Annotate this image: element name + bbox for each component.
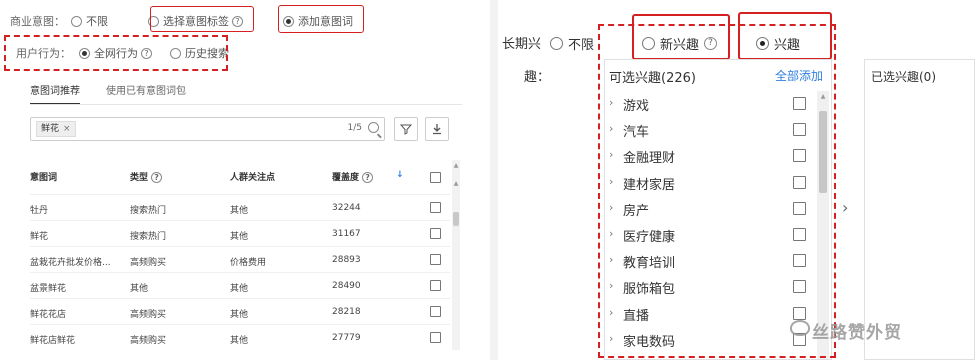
select-all-checkbox[interactable] — [430, 172, 441, 183]
scroll-up-icon[interactable]: ▲ — [452, 162, 460, 169]
search-tag: 鲜花 × — [36, 121, 76, 137]
cell-intent-word: 鲜花店鲜花 — [30, 336, 76, 346]
cell-focus: 其他 — [230, 284, 249, 294]
intent-settings-panel: 商业意图： 不限 选择意图标签 ? 添加意图词 用户行为： 全网行为 ? 历史搜… — [0, 0, 490, 360]
cell-coverage: 28218 — [332, 307, 361, 317]
search-icon[interactable] — [368, 122, 379, 133]
cell-type: 搜索热门 — [130, 232, 167, 242]
panel-divider — [490, 0, 498, 360]
radio-icon — [71, 15, 82, 27]
tab-existing-package[interactable]: 使用已有意图词包 — [106, 82, 186, 105]
row-checkbox[interactable] — [430, 228, 441, 239]
col-type: 类型? — [130, 170, 163, 183]
selected-interests-panel: 已选兴趣(0) — [864, 59, 975, 360]
cell-coverage: 28490 — [332, 281, 361, 291]
highlight-box-add-word — [278, 5, 364, 33]
col-coverage: 覆盖度? — [332, 170, 374, 183]
table-row[interactable]: 盆栽花卉批发价格... 高频购买 价格费用 28893 — [30, 246, 450, 272]
long-term-interest-label: 长期兴 — [502, 37, 542, 52]
cell-type: 高频购买 — [130, 258, 167, 268]
sort-arrow-icon[interactable]: ↓ — [396, 170, 404, 180]
cell-type: 搜索热门 — [130, 206, 167, 216]
row-checkbox[interactable] — [430, 306, 441, 317]
cell-coverage: 28893 — [332, 255, 361, 265]
col-intent-word: 意图词 — [30, 173, 58, 183]
cell-focus: 价格费用 — [230, 258, 267, 268]
cell-intent-word: 牡丹 — [30, 206, 49, 216]
row-checkbox[interactable] — [430, 254, 441, 265]
tag-close-icon[interactable]: × — [63, 124, 71, 134]
highlight-dashed-behavior — [4, 35, 228, 71]
cell-type: 高频购买 — [130, 310, 167, 320]
search-count: 1/5 — [347, 123, 362, 133]
table-row[interactable]: 盆景鲜花 其他 其他 28490 — [30, 272, 450, 298]
table-row[interactable]: 鲜花 搜索热门 其他 31167 — [30, 220, 450, 246]
row-checkbox[interactable] — [430, 280, 441, 291]
intent-search-input[interactable]: 鲜花 × 1/5 — [30, 117, 385, 141]
cell-type: 高频购买 — [130, 336, 167, 346]
cell-intent-word: 盆栽花卉批发价格... — [30, 258, 111, 268]
help-icon[interactable]: ? — [362, 172, 374, 183]
filter-icon — [399, 124, 413, 135]
tab-bar: 意图词推荐 使用已有意图词包 — [30, 82, 212, 105]
interest-settings-panel: 长期兴 不限 新兴趣 ? 兴趣 趣： 可选兴趣(226) 全部添加 › 游戏 › 汽车… — [498, 0, 975, 360]
highlight-dashed-interest-list — [598, 24, 836, 358]
table-header: 意图词 类型? 人群关注点 覆盖度? ↓ — [30, 165, 450, 187]
tab-intent-recommend[interactable]: 意图词推荐 — [30, 82, 80, 105]
scroll-up-icon[interactable]: ▲ — [452, 180, 460, 187]
interest-label: 趣： — [524, 70, 551, 85]
intent-option-unlimited[interactable]: 不限 — [71, 13, 108, 29]
cell-type: 其他 — [130, 284, 149, 294]
cell-focus: 其他 — [230, 206, 249, 216]
cell-intent-word: 盆景鲜花 — [30, 284, 67, 294]
selected-interests-title: 已选兴趣(0) — [871, 70, 936, 84]
download-icon — [433, 124, 441, 135]
row-checkbox[interactable] — [430, 202, 441, 213]
watermark: 丝路赞外贸 — [812, 323, 902, 343]
tab-divider — [30, 104, 462, 105]
cell-focus: 其他 — [230, 336, 249, 346]
row-checkbox[interactable] — [430, 332, 441, 343]
table-row[interactable]: 鲜花花店 高频购买 其他 28218 — [30, 298, 450, 324]
cell-intent-word: 鲜花 — [30, 232, 49, 242]
cell-coverage: 32244 — [332, 203, 361, 213]
table-row[interactable]: 鲜花店鲜花 高频购买 其他 27779 — [30, 324, 450, 350]
cell-focus: 其他 — [230, 310, 249, 320]
cell-coverage: 31167 — [332, 229, 361, 239]
col-focus: 人群关注点 — [230, 173, 276, 183]
table-scrollbar[interactable]: ▲ ▲ — [452, 160, 460, 350]
download-button[interactable] — [425, 117, 449, 141]
table-row[interactable]: 牡丹 搜索热门 其他 32244 — [30, 194, 450, 220]
weibo-logo-icon — [790, 320, 810, 336]
highlight-box-select-tag — [150, 6, 254, 32]
radio-icon — [550, 37, 563, 50]
cell-intent-word: 鲜花花店 — [30, 310, 67, 320]
filter-button[interactable] — [394, 117, 418, 141]
cell-coverage: 27779 — [332, 333, 361, 343]
scroll-thumb[interactable] — [453, 212, 459, 226]
help-icon[interactable]: ? — [151, 172, 163, 183]
cell-focus: 其他 — [230, 232, 249, 242]
interest-option-unlimited[interactable]: 不限 — [550, 34, 594, 53]
transfer-arrow-icon[interactable]: › — [842, 198, 848, 217]
intent-label: 商业意图： — [10, 15, 65, 28]
